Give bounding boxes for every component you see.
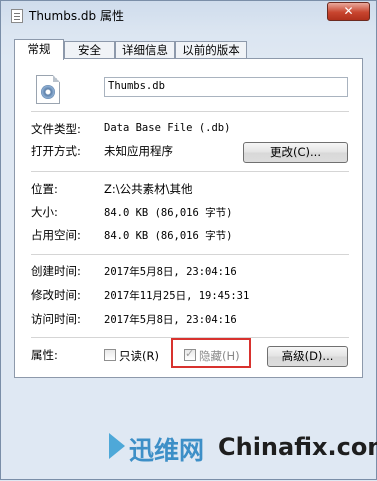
divider [31,111,349,112]
created-label: 创建时间: [31,264,81,278]
general-panel: Thumbs.db 文件类型: Data Base File (.db) 打开方… [14,58,363,378]
open-with-label: 打开方式: [31,144,81,158]
modified-value: 2017年11月25日, 19:45:31 [104,290,250,302]
logo-arrow-icon [109,433,125,459]
created-value: 2017年5月8日, 23:04:16 [104,266,237,278]
size-on-disk-label: 占用空间: [31,228,81,242]
readonly-label[interactable]: 只读(R) [119,348,159,364]
watermark-cn: 迅维网 [129,436,205,465]
file-type-value: Data Base File (.db) [104,122,231,134]
divider [31,254,349,255]
advanced-button[interactable]: 高级(D)... [267,346,348,367]
close-icon: ✕ [343,4,354,18]
title-bar[interactable]: Thumbs.db 属性 ✕ [1,1,376,31]
attributes-label: 属性: [31,348,58,362]
location-label: 位置: [31,182,58,196]
close-button[interactable]: ✕ [327,2,370,21]
change-button[interactable]: 更改(C)... [243,142,348,163]
window-title: Thumbs.db 属性 [29,9,124,23]
file-icon [11,9,23,23]
size-on-disk-value: 84.0 KB (86,016 字节) [104,230,233,242]
location-value: Z:\公共素材\其他 [104,182,193,196]
properties-dialog: Thumbs.db 属性 ✕ 常规 安全 详细信息 以前的版本 Thumbs.d… [0,0,377,480]
file-type-label: 文件类型: [31,122,81,136]
highlight-box [171,338,251,368]
gear-icon [41,85,55,99]
size-value: 84.0 KB (86,016 字节) [104,207,233,219]
tab-details[interactable]: 详细信息 [115,41,175,59]
database-file-icon [36,75,60,104]
watermark-en: Chinafix.com [218,433,377,461]
readonly-checkbox[interactable] [104,349,116,361]
open-with-value: 未知应用程序 [104,144,173,158]
size-label: 大小: [31,205,58,219]
tab-general[interactable]: 常规 [14,39,64,60]
file-name-field[interactable]: Thumbs.db [104,77,348,97]
watermark: 迅维网 Chinafix.com [1,421,377,481]
accessed-label: 访问时间: [31,312,81,326]
tab-security[interactable]: 安全 [64,41,115,59]
divider [31,171,349,172]
modified-label: 修改时间: [31,288,81,302]
tab-previous-versions[interactable]: 以前的版本 [175,41,247,59]
accessed-value: 2017年5月8日, 23:04:16 [104,314,237,326]
